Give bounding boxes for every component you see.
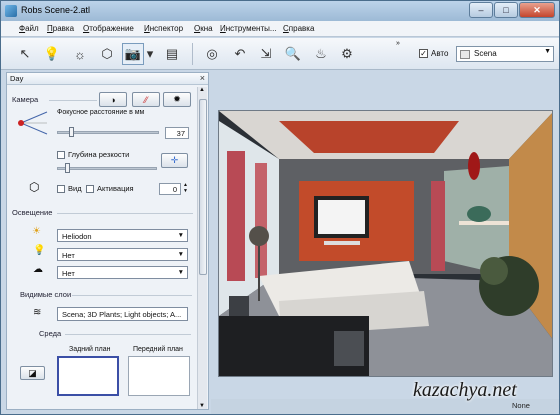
menu-inspector[interactable]: Инспектор (144, 24, 183, 33)
chevron-down-icon: ▼ (177, 232, 184, 239)
close-button[interactable]: ✕ (519, 2, 555, 18)
status-text: None (512, 401, 530, 410)
menu-help[interactable]: Справка (283, 24, 314, 33)
chevron-down-icon: ▼ (177, 269, 184, 276)
layers-section-title: Видимые слои (20, 290, 72, 299)
focal-length-input[interactable]: 37 (165, 127, 189, 139)
sky-select[interactable]: Нет ▼ (57, 266, 188, 279)
divider (72, 295, 192, 296)
foreground-label: Передний план (133, 346, 183, 353)
divider (65, 334, 191, 335)
panel-title: Day (10, 74, 24, 83)
magnify-icon[interactable]: 🔍 (282, 43, 304, 65)
render-viewport[interactable] (218, 110, 553, 377)
activation-input[interactable]: 0 (159, 183, 181, 195)
dof-target-button[interactable]: ✛ (161, 153, 188, 168)
lamp-icon: 💡 (33, 245, 46, 256)
app-window: Robs Scene-2.atl – □ ✕ Файл Правка Отобр… (0, 0, 560, 415)
interior-render-image (219, 111, 552, 376)
cube-icon[interactable]: ⬡ (96, 43, 118, 65)
scroll-up-icon[interactable]: ▲ (199, 87, 205, 93)
foreground-thumbnail[interactable] (128, 356, 190, 396)
scroll-down-icon[interactable]: ▼ (199, 403, 205, 409)
toolbar: ↖ 💡 ☼ ⬡ 📷 ▾ ▤ ◎ ↶ ⇲ 🔍 ♨ ⚙ » ✓ Авто Scena… (1, 38, 559, 70)
light-select[interactable]: Нет ▼ (57, 248, 188, 261)
panel-header: Day × (7, 73, 208, 85)
scene-select[interactable]: Scena ▼ (456, 46, 554, 62)
background-thumbnail[interactable] (57, 356, 119, 396)
sun-cloud-icon: ☀ (32, 226, 41, 237)
view-label: Вид (68, 184, 82, 193)
camera-icon[interactable]: 📷 (122, 43, 144, 65)
auto-checkbox[interactable]: ✓ (419, 49, 428, 58)
activation-checkbox[interactable] (86, 185, 94, 193)
globe-icon[interactable]: ◎ (201, 43, 223, 65)
undo-icon[interactable]: ↶ (229, 43, 251, 65)
camera-section-title: Камера (12, 95, 39, 104)
dof-slider-thumb[interactable] (65, 163, 70, 173)
title-bar: Robs Scene-2.atl – □ ✕ (1, 1, 559, 21)
menu-file[interactable]: Файл (19, 24, 39, 33)
layers-select[interactable]: Scena; 3D Plants; Light objects; A... (57, 307, 188, 321)
menu-tools[interactable]: Инструменты... (220, 24, 277, 33)
environment-preview-button[interactable]: ◪ (20, 366, 45, 380)
watermark-logo: kazachya.net (413, 379, 517, 401)
window-title: Robs Scene-2.atl (21, 5, 91, 15)
teapot-icon[interactable]: ♨ (310, 43, 332, 65)
settings-icon[interactable]: ⚙ (336, 43, 358, 65)
lighting-section-title: Освещение (12, 208, 53, 217)
camera-gear-button[interactable]: ✹ (163, 92, 191, 107)
layer-swatch-icon (460, 50, 470, 59)
sun-icon[interactable]: ☼ (69, 43, 91, 65)
activation-spinner[interactable]: ▲ ▼ (183, 182, 188, 194)
chevron-down-icon: ▼ (544, 48, 551, 55)
menu-view[interactable]: Отображение (83, 24, 134, 33)
menu-windows[interactable]: Окна (194, 24, 213, 33)
divider (57, 213, 193, 214)
import-icon[interactable]: ⇲ (255, 43, 277, 65)
background-label: Задний план (69, 346, 111, 353)
dropdown-arrow-icon[interactable]: ▾ (145, 43, 155, 65)
document-icon[interactable]: ▤ (161, 43, 183, 65)
maximize-button[interactable]: □ (494, 2, 518, 18)
environment-section-title: Среда (39, 329, 62, 338)
inspector-panel: Day × ▲ ▼ Камера ◑ ⁄⁄ ✹ Фокусное расстоя… (6, 72, 209, 410)
layers-icon: ≋ (33, 307, 42, 318)
divider (49, 100, 97, 101)
auto-label: Авто (431, 49, 449, 58)
view-checkbox[interactable] (57, 185, 65, 193)
panel-scrollbar[interactable]: ▲ ▼ (197, 87, 207, 409)
toolbar-separator (192, 43, 193, 65)
camera-half-moon-button[interactable]: ◑ (99, 92, 127, 107)
menu-edit[interactable]: Правка (47, 24, 74, 33)
cube-icon: ⬡ (29, 180, 40, 194)
sun-select[interactable]: Heliodon ▼ (57, 229, 188, 242)
light-bulb-icon[interactable]: 💡 (41, 43, 63, 65)
scrollbar-thumb[interactable] (199, 99, 207, 275)
camera-frustum-icon (18, 111, 48, 135)
dof-checkbox[interactable] (57, 151, 65, 159)
camera-lines-button[interactable]: ⁄⁄ (132, 92, 160, 107)
pointer-icon[interactable]: ↖ (14, 43, 36, 65)
sky-icon: ☁ (33, 264, 43, 275)
app-icon (5, 5, 17, 17)
activation-label: Активация (97, 184, 134, 193)
menu-bar: Файл Правка Отображение Инспектор Окна И… (1, 21, 559, 37)
focal-length-slider-thumb[interactable] (69, 127, 74, 137)
panel-close-icon[interactable]: × (200, 73, 205, 83)
focal-length-label: Фокусное расстояние в мм (57, 109, 145, 116)
toolbar-overflow-icon[interactable]: » (396, 40, 400, 47)
chevron-down-icon: ▼ (177, 251, 184, 258)
dof-label: Глубина резкости (68, 150, 130, 159)
minimize-button[interactable]: – (469, 2, 493, 18)
dof-slider[interactable] (57, 167, 157, 170)
